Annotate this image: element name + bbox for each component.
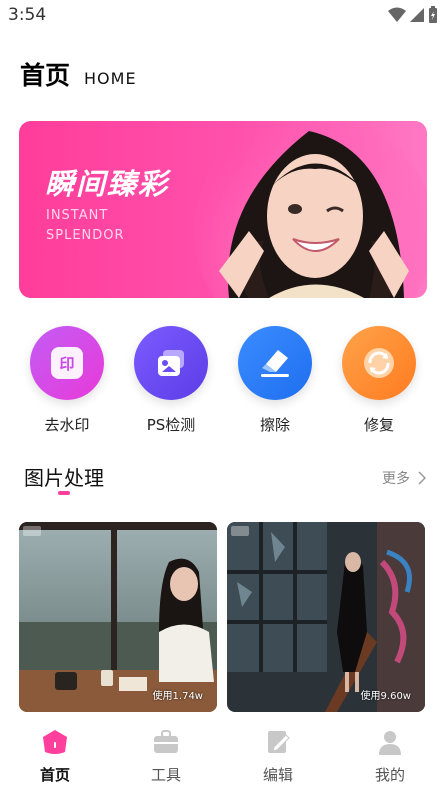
card-image-rain-cafe — [19, 522, 217, 712]
tab-edit[interactable]: 编辑 — [238, 728, 318, 785]
repair-icon — [342, 326, 416, 400]
signal-icon — [410, 8, 424, 22]
page-header: 首页 HOME — [20, 56, 137, 92]
page-subtitle: HOME — [84, 69, 137, 88]
watermark-remove-icon: 印 — [30, 326, 104, 400]
tool-label: 擦除 — [259, 416, 290, 434]
more-link[interactable]: 更多 — [382, 468, 426, 488]
home-icon — [43, 730, 67, 754]
tool-label: 修复 — [363, 416, 394, 434]
battery-icon — [429, 6, 437, 23]
tab-label: 编辑 — [262, 766, 293, 784]
page-title: 首页 — [20, 61, 71, 90]
image-cards: 使用1.74w 使用9.60w — [0, 522, 446, 712]
banner-portrait-image — [194, 121, 427, 298]
quick-tools: 印 去水印 PS检测 擦除 修复 — [0, 326, 446, 436]
tool-repair[interactable]: 修复 — [334, 326, 424, 435]
tab-label: 我的 — [374, 766, 405, 784]
tool-remove-watermark[interactable]: 印 去水印 — [22, 326, 112, 435]
tool-ps-detect[interactable]: PS检测 — [126, 326, 216, 435]
banner-subtitle: INSTANT SPLENDOR — [46, 208, 125, 243]
tab-label: 工具 — [150, 766, 181, 784]
section-title: 图片处理 — [24, 466, 104, 490]
toolbox-icon — [154, 730, 178, 753]
promo-banner[interactable]: 瞬间臻彩 INSTANT SPLENDOR — [19, 121, 427, 298]
svg-text:印: 印 — [59, 355, 74, 373]
tool-erase[interactable]: 擦除 — [230, 326, 320, 435]
image-card[interactable]: 使用9.60w — [227, 522, 425, 712]
more-label: 更多 — [382, 471, 410, 487]
section-underline — [58, 491, 70, 495]
banner-title: 瞬间臻彩 — [45, 167, 170, 201]
bottom-tab-bar: 首页 工具 编辑 我的 — [0, 712, 446, 794]
card-tag — [231, 526, 249, 536]
section-header: 图片处理 更多 — [0, 458, 446, 498]
tool-label: PS检测 — [146, 416, 196, 434]
card-usage-count: 使用1.74w — [152, 691, 203, 702]
eraser-icon — [238, 326, 312, 400]
wifi-icon — [388, 7, 406, 22]
tab-profile[interactable]: 我的 — [350, 728, 430, 785]
tab-home[interactable]: 首页 — [15, 728, 95, 785]
profile-icon — [379, 731, 401, 755]
tab-tools[interactable]: 工具 — [126, 728, 206, 785]
status-bar: 3:54 — [0, 0, 446, 32]
edit-icon — [268, 731, 290, 753]
tab-label: 首页 — [39, 766, 70, 784]
status-time: 3:54 — [8, 5, 47, 25]
card-image-broken-window — [227, 522, 425, 712]
card-usage-count: 使用9.60w — [360, 691, 411, 702]
status-icons — [388, 6, 438, 24]
image-detect-icon — [134, 326, 208, 400]
chevron-right-icon — [418, 471, 426, 485]
tool-label: 去水印 — [44, 416, 90, 434]
card-tag — [23, 526, 41, 536]
image-card[interactable]: 使用1.74w — [19, 522, 217, 712]
